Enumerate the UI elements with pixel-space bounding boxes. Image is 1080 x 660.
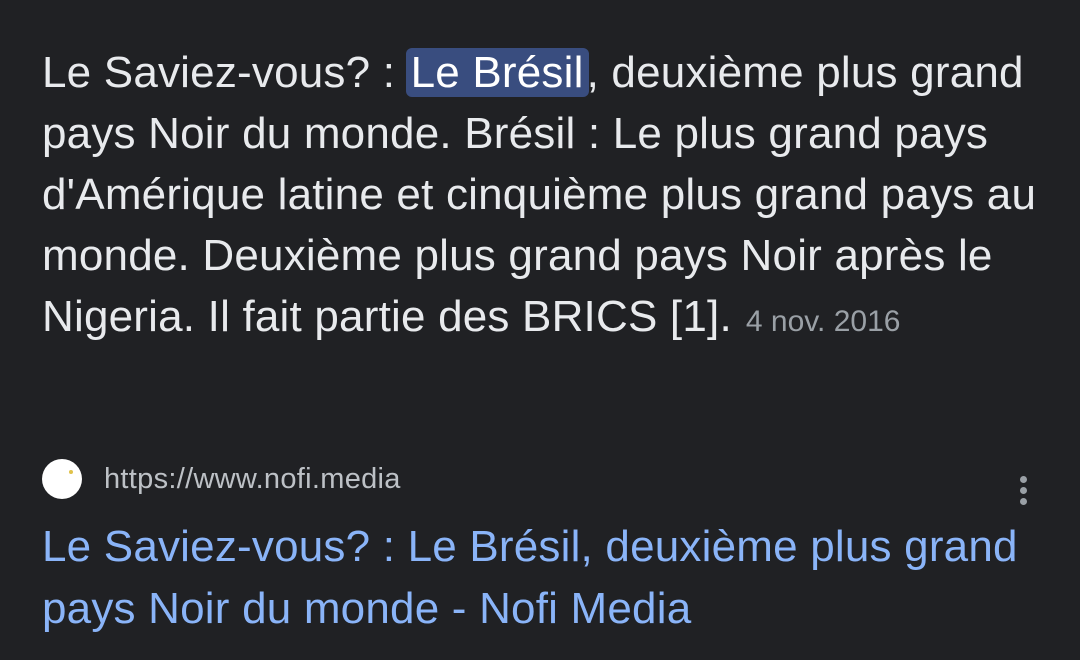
more-vert-icon[interactable] [1003,468,1043,512]
snippet-highlight: Le Brésil [405,48,589,97]
nofi-favicon-icon [42,459,82,499]
result-source[interactable]: https://www.nofi.media [42,457,401,501]
snippet-prefix: Le Saviez-vous? : [42,48,408,97]
more-dot [1019,486,1027,494]
snippet-date: 4 nov. 2016 [745,305,901,338]
more-dot [1019,475,1027,483]
more-dot [1019,497,1027,505]
result-title-link[interactable]: Le Saviez-vous? : Le Brésil, deuxième pl… [42,516,1042,640]
result-url[interactable]: https://www.nofi.media [104,463,401,496]
featured-snippet-text: Le Saviez-vous? : Le Brésil, deuxième pl… [42,42,1052,352]
